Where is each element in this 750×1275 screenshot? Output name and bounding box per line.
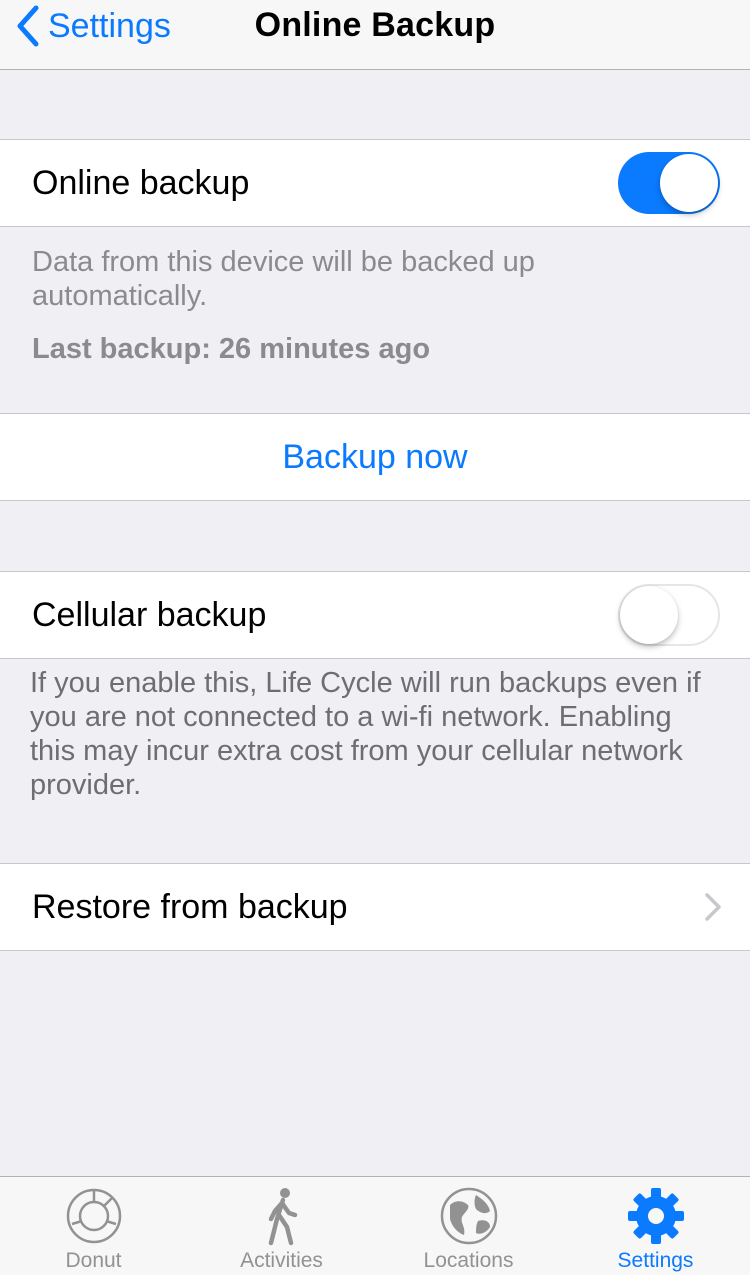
backup-now-button[interactable]: Backup now xyxy=(0,438,750,477)
cellular-backup-toggle[interactable] xyxy=(618,584,720,646)
tab-settings[interactable]: Settings xyxy=(562,1177,749,1275)
walking-person-icon xyxy=(268,1188,297,1246)
toggle-knob xyxy=(660,154,718,212)
toggle-knob xyxy=(620,586,678,644)
online-backup-description: Data from this device will be backed up … xyxy=(32,246,535,312)
tab-activities[interactable]: Activities xyxy=(188,1177,375,1275)
online-backup-row: Online backup xyxy=(0,139,750,227)
gear-icon xyxy=(627,1188,684,1244)
chevron-right-icon xyxy=(705,893,721,921)
tab-locations[interactable]: Locations xyxy=(375,1177,562,1275)
page-title: Online Backup xyxy=(254,6,496,44)
restore-from-backup-label: Restore from backup xyxy=(32,888,348,926)
tab-label: Donut xyxy=(65,1249,122,1272)
cellular-backup-label: Cellular backup xyxy=(32,596,267,634)
tab-label: Activities xyxy=(240,1249,323,1272)
tab-label: Locations xyxy=(423,1249,514,1272)
tab-donut[interactable]: Donut xyxy=(0,1177,187,1275)
globe-icon xyxy=(440,1187,497,1245)
navigation-bar: Settings Online Backup xyxy=(0,0,750,70)
tab-bar: Donut Activities Locations Settings xyxy=(0,1176,750,1275)
last-backup-status: Last backup: 26 minutes ago xyxy=(32,333,431,365)
cellular-backup-description: If you enable this, Life Cycle will run … xyxy=(30,667,701,801)
restore-from-backup-row[interactable]: Restore from backup xyxy=(0,863,750,951)
backup-now-row[interactable]: Backup now xyxy=(0,413,750,501)
online-backup-label: Online backup xyxy=(32,164,250,202)
donut-icon xyxy=(66,1188,121,1244)
cellular-backup-row: Cellular backup xyxy=(0,571,750,659)
online-backup-screen: Settings Online Backup Online backup Dat… xyxy=(0,0,750,1275)
online-backup-toggle[interactable] xyxy=(618,152,720,214)
tab-label: Settings xyxy=(617,1249,694,1272)
